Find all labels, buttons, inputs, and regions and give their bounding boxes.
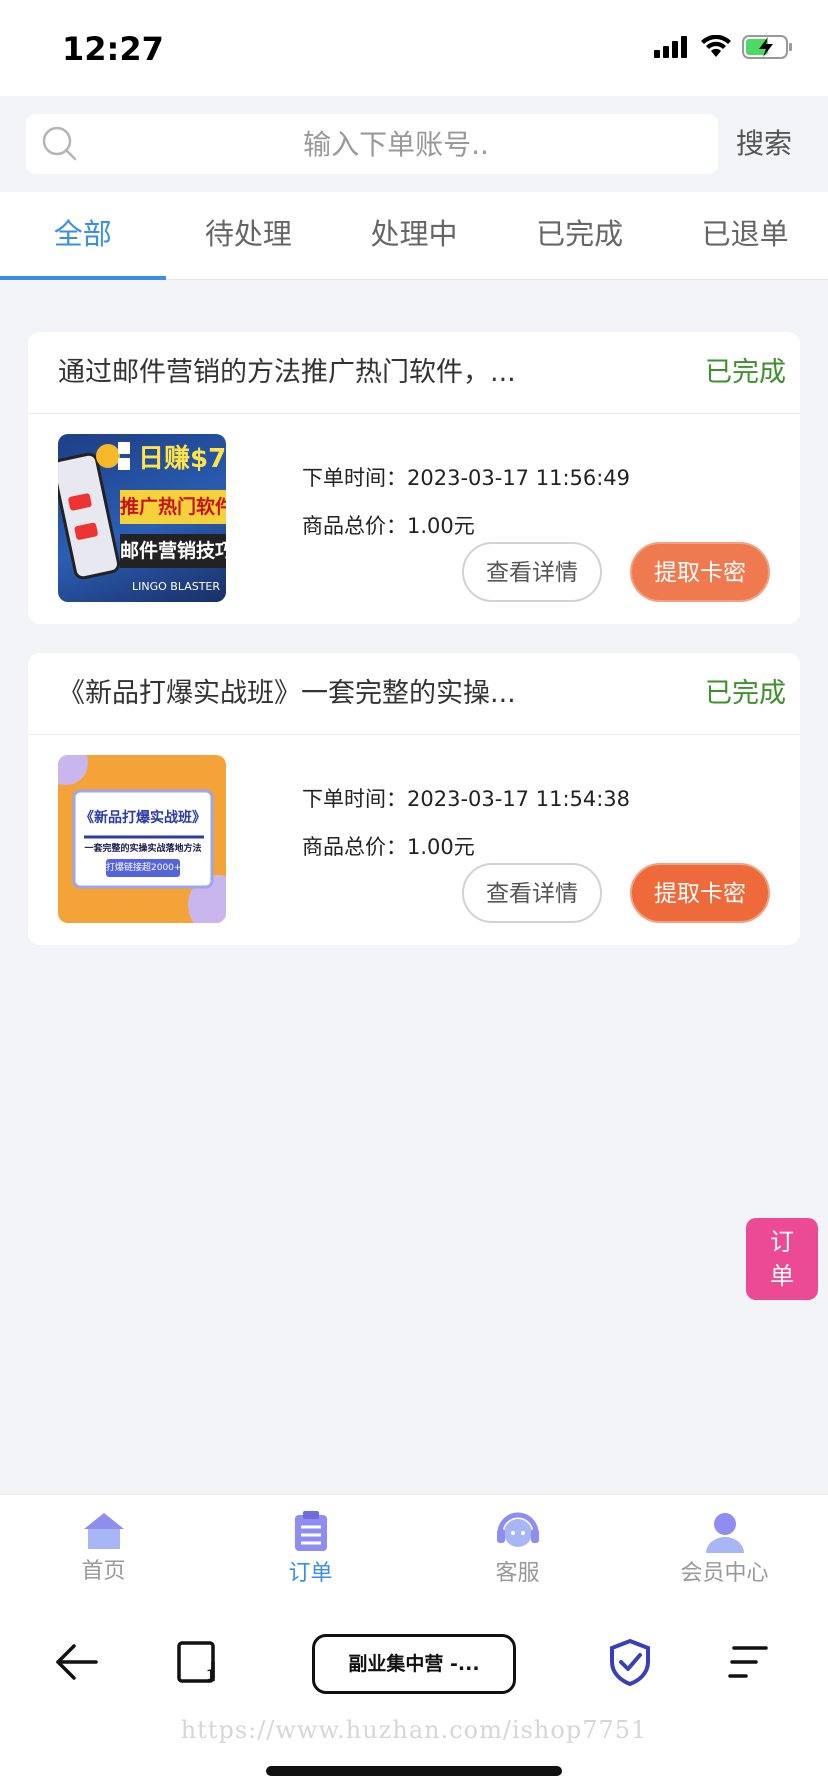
- view-details-button[interactable]: 查看详情: [462, 542, 602, 602]
- thumb-headline: 日赚$78: [138, 444, 226, 474]
- tabbar-label: 首页: [81, 1559, 126, 1584]
- product-thumbnail: 日赚$78 推广热门软件 邮件营销技巧 LINGO BLASTER: [58, 434, 226, 602]
- order-status-tabs: 全部 待处理 处理中 已完成 已退单: [0, 192, 828, 280]
- order-time: 下单时间：2023-03-17 11:56:49: [302, 462, 630, 492]
- status-time: 12:27: [62, 30, 164, 68]
- order-price: 商品总价：1.00元: [302, 510, 475, 540]
- floating-order-button[interactable]: 订 单: [746, 1218, 818, 1300]
- address-bar[interactable]: 副业集中营 -...: [312, 1634, 516, 1694]
- order-card[interactable]: 《新品打爆实战班》一套完整的实操... 已完成 《新品打爆实战班》 一套完整的实…: [28, 653, 800, 945]
- order-price: 商品总价：1.00元: [302, 831, 475, 861]
- order-time: 下单时间：2023-03-17 11:54:38: [302, 783, 630, 813]
- tabs-icon[interactable]: 1: [176, 1640, 220, 1684]
- tabbar-item-support[interactable]: 客服: [414, 1495, 621, 1598]
- cellular-signal-icon: [654, 36, 687, 58]
- search-button[interactable]: 搜索: [736, 114, 792, 174]
- status-bar: 12:27: [0, 0, 828, 96]
- floating-order-label-2: 单: [770, 1262, 794, 1290]
- thumb-headline: 《新品打爆实战班》: [80, 810, 206, 826]
- order-title: 通过邮件营销的方法推广热门软件，...: [58, 357, 516, 388]
- home-icon: [83, 1513, 124, 1549]
- search-area: 搜索: [0, 96, 828, 192]
- tabbar-item-member-center[interactable]: 会员中心: [621, 1495, 828, 1598]
- wifi-icon: [701, 35, 731, 57]
- tab-refunded[interactable]: 已退单: [662, 192, 828, 279]
- home-indicator: [266, 1766, 562, 1776]
- tab-pending[interactable]: 待处理: [166, 192, 332, 279]
- view-details-button[interactable]: 查看详情: [462, 863, 602, 923]
- order-time-value: 2023-03-17 11:54:38: [407, 787, 631, 811]
- tab-processing[interactable]: 处理中: [331, 192, 497, 279]
- tab-completed[interactable]: 已完成: [497, 192, 663, 279]
- order-status-badge: 已完成: [705, 357, 786, 388]
- order-icon: [294, 1511, 327, 1551]
- tabbar-item-home[interactable]: 首页: [0, 1495, 207, 1598]
- extract-card-key-button[interactable]: 提取卡密: [630, 542, 770, 602]
- order-price-label: 商品总价：: [302, 835, 407, 859]
- order-time-label: 下单时间：: [302, 466, 407, 490]
- order-price-value: 1.00元: [407, 835, 475, 859]
- order-price-label: 商品总价：: [302, 514, 407, 538]
- support-icon: [496, 1512, 539, 1547]
- tabbar-item-orders[interactable]: 订单: [207, 1495, 414, 1598]
- status-icons: [654, 34, 794, 60]
- order-status-badge: 已完成: [705, 678, 786, 709]
- bottom-tab-bar: 首页 订单 客服 会员中心: [0, 1494, 828, 1598]
- search-icon: [42, 126, 77, 161]
- thumb-brand: LINGO BLASTER: [132, 580, 221, 593]
- order-card[interactable]: 通过邮件营销的方法推广热门软件，... 已完成 日赚$78 推广热门软件 邮件营…: [28, 332, 800, 624]
- shield-check-icon[interactable]: [608, 1638, 652, 1686]
- tab-all[interactable]: 全部: [0, 192, 166, 280]
- order-price-value: 1.00元: [407, 514, 475, 538]
- blob-decoration-icon: [58, 755, 226, 923]
- product-thumbnail: 《新品打爆实战班》 一套完整的实操实战落地方法 打爆链接超2000+: [58, 755, 226, 923]
- order-time-label: 下单时间：: [302, 787, 407, 811]
- watermark-url: https://www.huzhan.com/ishop7751: [180, 1716, 648, 1744]
- svg-text:1: 1: [206, 1668, 215, 1684]
- search-box[interactable]: [26, 114, 718, 174]
- search-input[interactable]: [86, 114, 706, 174]
- browser-toolbar: 1 副业集中营 -... https://www.huzhan.com/isho…: [0, 1598, 828, 1792]
- thumb-subline-2: 打爆链接超2000+: [106, 863, 180, 873]
- floating-order-label-1: 订: [770, 1228, 794, 1256]
- order-card-header: 通过邮件营销的方法推广热门软件，... 已完成: [28, 332, 800, 414]
- battery-charging-icon: [742, 35, 792, 59]
- tabbar-label: 客服: [495, 1561, 540, 1586]
- thumb-subline-1: 推广热门软件: [120, 490, 226, 524]
- tabbar-label: 订单: [288, 1561, 333, 1586]
- order-card-header: 《新品打爆实战班》一套完整的实操... 已完成: [28, 653, 800, 735]
- extract-card-key-button[interactable]: 提取卡密: [630, 863, 770, 923]
- order-time-value: 2023-03-17 11:56:49: [407, 466, 631, 490]
- thumb-subline-1: 一套完整的实操实战落地方法: [84, 844, 202, 854]
- member-icon: [705, 1513, 744, 1553]
- tabbar-label: 会员中心: [680, 1561, 769, 1586]
- thumb-subline-2: 邮件营销技巧: [120, 534, 226, 568]
- menu-icon[interactable]: [728, 1644, 770, 1680]
- back-arrow-icon[interactable]: [54, 1642, 98, 1682]
- order-title: 《新品打爆实战班》一套完整的实操...: [58, 678, 516, 709]
